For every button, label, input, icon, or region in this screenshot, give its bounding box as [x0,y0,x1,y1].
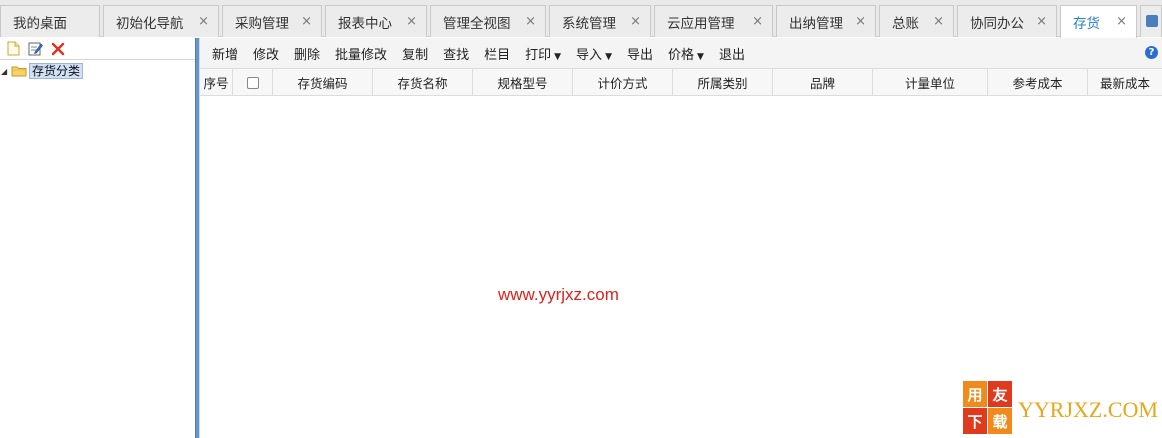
select-all-checkbox[interactable] [246,76,259,89]
tab-label: 云应用管理 [667,15,735,32]
expand-arrow-icon[interactable]: ◢ [1,67,11,76]
tab-bar: 我的桌面 初始化导航 × 采购管理 × 报表中心 × 管理全视图 × 系统管理 … [0,0,1162,38]
grid-body [200,96,1162,438]
logo-char: 友 [988,381,1012,407]
main-toolbar: 新增 修改 删除 批量修改 复制 查找 栏目 打印 ▼ 导入 ▼ 导出 价格 ▼ 退出… [200,38,1162,68]
tab-purchase-management[interactable]: 采购管理 × [222,5,322,37]
close-icon[interactable]: × [855,14,866,29]
modify-button[interactable]: 修改 [247,44,285,63]
column-header-select[interactable] [233,69,273,96]
close-icon[interactable]: × [406,14,417,29]
tab-label: 初始化导航 [116,15,184,32]
column-header-brand[interactable]: 品牌 [773,69,873,96]
close-icon[interactable]: × [1036,14,1047,29]
print-label: 打印 [525,47,552,63]
tab-label: 采购管理 [235,15,289,32]
new-file-icon[interactable] [6,41,21,56]
tree-node-inventory-category[interactable]: ◢ 存货分类 [0,62,195,80]
delete-button[interactable]: 删除 [288,44,326,63]
close-icon[interactable]: × [301,14,312,29]
help-icon[interactable]: ? [1145,46,1158,59]
columns-button[interactable]: 栏目 [478,44,516,63]
caret-down-icon: ▼ [605,51,612,62]
column-header-latest-cost[interactable]: 最新成本 [1088,69,1162,96]
tab-scroll-button[interactable] [1140,5,1162,37]
tab-menu-icon[interactable] [1146,15,1158,27]
copy-button[interactable]: 复制 [396,44,434,63]
close-icon[interactable]: × [525,14,536,29]
import-dropdown[interactable]: 导入 ▼ [570,44,618,63]
exit-button[interactable]: 退出 [713,44,751,63]
close-icon[interactable]: × [198,14,209,29]
logo-char: 下 [963,408,987,434]
tab-label: 存货 [1073,16,1100,32]
tab-label: 管理全视图 [443,15,511,32]
tab-label: 报表中心 [338,15,392,32]
close-icon[interactable]: × [752,14,763,29]
close-icon[interactable]: × [933,14,944,29]
edit-icon[interactable] [28,41,43,56]
column-header-ref-cost[interactable]: 参考成本 [988,69,1088,96]
tab-inventory[interactable]: 存货 × [1060,5,1137,38]
tab-label: 我的桌面 [13,15,67,32]
import-label: 导入 [576,47,603,63]
grid-header: 序号 存货编码 存货名称 规格型号 计价方式 所属类别 品牌 计量单位 参考成本… [200,68,1162,96]
category-tree: ◢ 存货分类 [0,60,195,80]
tab-label: 出纳管理 [789,15,843,32]
category-toolbar [0,38,195,60]
folder-icon [11,65,27,77]
column-header-name[interactable]: 存货名称 [373,69,473,96]
print-dropdown[interactable]: 打印 ▼ [519,44,567,63]
tab-management-overview[interactable]: 管理全视图 × [430,5,546,37]
logo-char: 用 [963,381,987,407]
tab-cashier-management[interactable]: 出纳管理 × [776,5,876,37]
logo-char: 载 [988,408,1012,434]
add-button[interactable]: 新增 [206,44,244,63]
inventory-list-panel: 新增 修改 删除 批量修改 复制 查找 栏目 打印 ▼ 导入 ▼ 导出 价格 ▼ 退出… [200,38,1162,438]
tab-system-management[interactable]: 系统管理 × [549,5,651,37]
caret-down-icon: ▼ [554,51,562,62]
tab-init-navigation[interactable]: 初始化导航 × [103,5,219,37]
delete-icon[interactable] [50,41,65,56]
tab-my-desktop[interactable]: 我的桌面 [0,5,100,37]
column-header-category[interactable]: 所属类别 [673,69,773,96]
tab-label: 系统管理 [562,15,616,32]
column-header-valuation[interactable]: 计价方式 [573,69,673,96]
tab-general-ledger[interactable]: 总账 × [879,5,954,37]
column-header-spec[interactable]: 规格型号 [473,69,573,96]
close-icon[interactable]: × [1116,14,1127,29]
column-header-unit[interactable]: 计量单位 [873,69,988,96]
batch-modify-button[interactable]: 批量修改 [329,44,393,63]
watermark-url: www.yyrjxz.com [498,285,619,304]
column-header-seq[interactable]: 序号 [200,69,233,96]
export-button[interactable]: 导出 [621,44,659,63]
column-header-code[interactable]: 存货编码 [273,69,373,96]
tab-collaboration[interactable]: 协同办公 × [957,5,1057,37]
tab-label: 总账 [892,15,919,32]
tab-label: 协同办公 [970,15,1024,32]
tree-node-label[interactable]: 存货分类 [29,63,84,79]
category-panel: ◢ 存货分类 [0,38,195,438]
logo-text: YYRJXZ.COM [1018,397,1158,422]
find-button[interactable]: 查找 [437,44,475,63]
price-label: 价格 [668,47,695,63]
price-dropdown[interactable]: 价格 ▼ [662,44,710,63]
tab-cloud-app-management[interactable]: 云应用管理 × [654,5,773,37]
tab-report-center[interactable]: 报表中心 × [325,5,427,37]
caret-down-icon: ▼ [697,51,704,62]
site-logo: 用 友 下 载 [963,381,1013,435]
close-icon[interactable]: × [630,14,641,29]
